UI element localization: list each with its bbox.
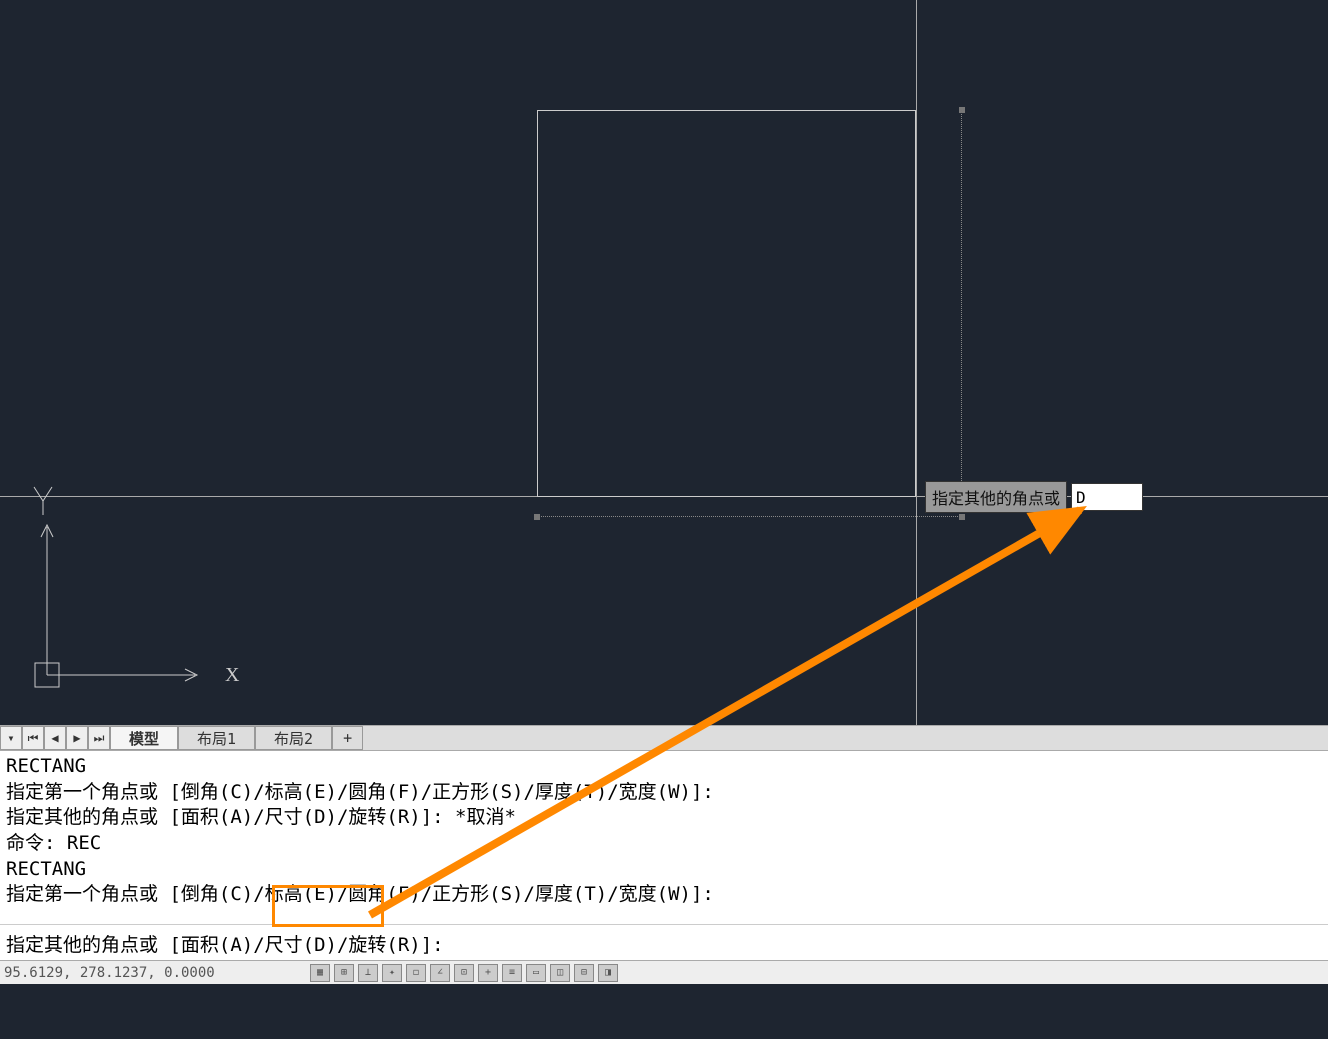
dynamic-input-field[interactable]	[1071, 483, 1143, 511]
rectangle-preview-dotted	[537, 110, 962, 517]
otrack-toggle-icon[interactable]: ∠	[430, 964, 450, 982]
osnap-toggle-icon[interactable]: ◻	[406, 964, 426, 982]
extra-icon-2[interactable]: ⊟	[574, 964, 594, 982]
tab-nav-next-icon[interactable]: ▶	[66, 726, 88, 750]
dyn-toggle-icon[interactable]: +	[478, 964, 498, 982]
tab-layout1[interactable]: 布局1	[178, 726, 255, 750]
dynamic-input-prompt: 指定其他的角点或	[925, 483, 1143, 511]
drawing-canvas[interactable]: X 指定其他的角点或	[0, 0, 1328, 725]
tab-nav-first-icon[interactable]: ⏮	[22, 726, 44, 750]
tab-nav-prev-icon[interactable]: ◀	[44, 726, 66, 750]
tab-layout2[interactable]: 布局2	[255, 726, 332, 750]
polar-toggle-icon[interactable]: ✦	[382, 964, 402, 982]
command-history-panel[interactable]: RECTANG 指定第一个角点或 [倒角(C)/标高(E)/圆角(F)/正方形(…	[0, 751, 1328, 924]
command-prompt-text: 指定其他的角点或 [面积(A)/尺寸(D)/旋转(R)]:	[6, 930, 444, 957]
history-line: 指定第一个角点或 [倒角(C)/标高(E)/圆角(F)/正方形(S)/厚度(T)…	[6, 883, 714, 905]
model-toggle-icon[interactable]: ▭	[526, 964, 546, 982]
tab-model[interactable]: 模型	[110, 726, 178, 750]
ortho-toggle-icon[interactable]: ⊥	[358, 964, 378, 982]
tab-add-button[interactable]: +	[332, 726, 363, 750]
scroll-start-icon[interactable]: ▾	[0, 726, 22, 750]
grip-handle	[959, 107, 965, 113]
prompt-label: 指定其他的角点或	[925, 481, 1067, 513]
ducs-toggle-icon[interactable]: ⊡	[454, 964, 474, 982]
history-line: RECTANG	[6, 858, 86, 880]
grip-handle	[534, 514, 540, 520]
grip-handle	[959, 514, 965, 520]
history-line: 命令: REC	[6, 832, 101, 854]
history-line: 指定其他的角点或 [面积(A)/尺寸(D)/旋转(R)]: *取消*	[6, 806, 516, 828]
ucs-icon: X	[25, 457, 245, 697]
tab-nav-last-icon[interactable]: ⏭	[88, 726, 110, 750]
status-coordinates: 95.6129, 278.1237, 0.0000	[4, 965, 304, 981]
history-line: RECTANG	[6, 755, 86, 777]
svg-text:X: X	[225, 664, 240, 686]
grid-toggle-icon[interactable]: ▦	[310, 964, 330, 982]
extra-icon-3[interactable]: ◨	[598, 964, 618, 982]
history-line: 指定第一个角点或 [倒角(C)/标高(E)/圆角(F)/正方形(S)/厚度(T)…	[6, 781, 714, 803]
status-bar: 95.6129, 278.1237, 0.0000 ▦ ⊞ ⊥ ✦ ◻ ∠ ⊡ …	[0, 960, 1328, 984]
status-toggle-icons: ▦ ⊞ ⊥ ✦ ◻ ∠ ⊡ + ≡ ▭ ◫ ⊟ ◨	[310, 964, 618, 982]
command-input-line[interactable]: 指定其他的角点或 [面积(A)/尺寸(D)/旋转(R)]:	[0, 924, 1328, 960]
layout-tab-bar: ▾ ⏮ ◀ ▶ ⏭ 模型 布局1 布局2 +	[0, 725, 1328, 751]
extra-icon-1[interactable]: ◫	[550, 964, 570, 982]
snap-toggle-icon[interactable]: ⊞	[334, 964, 354, 982]
lwt-toggle-icon[interactable]: ≡	[502, 964, 522, 982]
